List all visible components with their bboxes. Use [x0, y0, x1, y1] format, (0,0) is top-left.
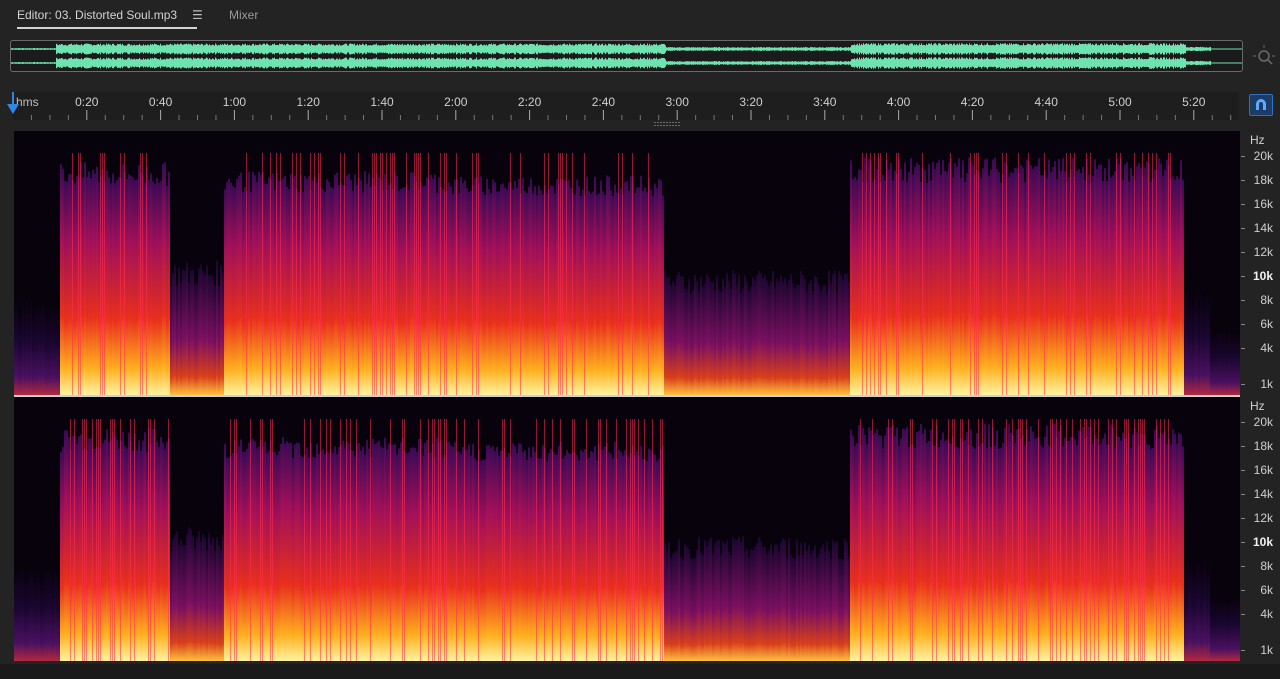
frequency-label: 14k: [1253, 487, 1273, 501]
frequency-tick: [1241, 384, 1245, 385]
frequency-tick: [1241, 566, 1245, 567]
snap-toggle-button[interactable]: [1249, 94, 1273, 116]
zoom-icon[interactable]: [1252, 44, 1276, 68]
frequency-tick: [1241, 300, 1245, 301]
waveform-overview[interactable]: [10, 40, 1243, 72]
frequency-tick: [1241, 650, 1245, 651]
ruler-tick-label: 3:40: [813, 95, 837, 109]
frequency-label: 16k: [1253, 197, 1273, 211]
tab-editor[interactable]: Editor: 03. Distorted Soul.mp3: [17, 8, 198, 29]
ruler-tick-label: 3:20: [739, 95, 763, 109]
frequency-label: 20k: [1253, 415, 1273, 429]
playhead-marker[interactable]: [7, 104, 19, 114]
ruler-tick-label: 1:00: [222, 95, 247, 109]
frequency-unit-label: Hz: [1250, 399, 1265, 413]
frequency-tick: [1241, 324, 1245, 325]
ruler-tick-label: 4:20: [960, 95, 985, 109]
frequency-label: 12k: [1253, 245, 1273, 259]
active-tab-underline: [17, 27, 198, 29]
ruler-tick-label: 2:20: [517, 95, 542, 109]
status-bar: [0, 664, 1280, 679]
tab-mixer-label: Mixer: [229, 8, 259, 22]
frequency-tick: [1241, 276, 1245, 277]
spectrogram-left-image: [14, 153, 1240, 395]
frequency-label: 10k: [1252, 269, 1273, 283]
frequency-tick: [1241, 446, 1245, 447]
ruler-tick-label: 0:20: [75, 95, 99, 109]
ruler-tick-label: 1:40: [370, 95, 394, 109]
frequency-label: 4k: [1260, 341, 1273, 355]
spectrogram-channel-left[interactable]: [14, 131, 1240, 395]
frequency-label: 6k: [1260, 317, 1273, 331]
frequency-unit-label: Hz: [1250, 133, 1265, 147]
frequency-tick: [1241, 180, 1245, 181]
tab-mixer[interactable]: Mixer: [229, 8, 258, 22]
frequency-label: 12k: [1253, 511, 1273, 525]
drag-handle-icon[interactable]: [654, 122, 682, 126]
frequency-scale-right: Hz 20k 18k 16k 14k 12k 10k 8k 6k 4k 1k: [1240, 397, 1280, 661]
frequency-label: 18k: [1253, 173, 1273, 187]
magnet-icon: [1256, 99, 1266, 110]
frequency-label: 20k: [1253, 149, 1273, 163]
ruler-tick-label: 5:00: [1108, 95, 1132, 109]
frequency-label: 6k: [1260, 583, 1273, 597]
frequency-tick: [1241, 422, 1245, 423]
spectrogram-right-image: [14, 419, 1240, 661]
hamburger-menu-icon[interactable]: ☰: [192, 8, 203, 22]
ruler-tick-label: 2:40: [591, 95, 616, 109]
frequency-label: 16k: [1253, 463, 1273, 477]
frequency-tick: [1241, 590, 1245, 591]
frequency-label: 10k: [1252, 535, 1273, 549]
frequency-label: 8k: [1260, 559, 1273, 573]
ruler-tick-label: 4:00: [886, 95, 911, 109]
frequency-tick: [1241, 204, 1245, 205]
frequency-label: 1k: [1260, 643, 1273, 657]
frequency-label: 18k: [1253, 439, 1273, 453]
frequency-tick: [1241, 614, 1245, 615]
frequency-tick: [1241, 494, 1245, 495]
frequency-scale-left: Hz 20k 18k 16k 14k 12k 10k 8k 6k 4k 1k: [1240, 131, 1280, 395]
spectrogram-channel-right[interactable]: [14, 397, 1240, 661]
frequency-tick: [1241, 156, 1245, 157]
frequency-tick: [1241, 542, 1245, 543]
frequency-tick: [1241, 348, 1245, 349]
frequency-label: 1k: [1260, 377, 1273, 391]
overview-waveform: [11, 43, 1242, 69]
frequency-label: 8k: [1260, 293, 1273, 307]
frequency-label: 14k: [1253, 221, 1273, 235]
ruler-tick-label: 3:00: [665, 95, 689, 109]
ruler-tick-label: 4:40: [1034, 95, 1058, 109]
ruler-tick-label: 5:20: [1182, 95, 1206, 109]
tab-editor-label: Editor: 03. Distorted Soul.mp3: [17, 8, 178, 22]
ruler-tick-label: 0:40: [148, 95, 173, 109]
frequency-tick: [1241, 228, 1245, 229]
ruler-tick-label: 1:20: [296, 95, 320, 109]
panel-tab-bar: Editor: 03. Distorted Soul.mp3 ☰ Mixer: [0, 0, 1280, 34]
frequency-tick: [1241, 518, 1245, 519]
frequency-tick: [1241, 252, 1245, 253]
frequency-tick: [1241, 470, 1245, 471]
ruler-tick-label: 2:00: [444, 95, 468, 109]
time-ruler[interactable]: hms 0:20 0:40 1:00 1:20 1:40 2:00 2:20 2:40 3:00…: [13, 92, 1239, 120]
frequency-label: 4k: [1260, 607, 1273, 621]
